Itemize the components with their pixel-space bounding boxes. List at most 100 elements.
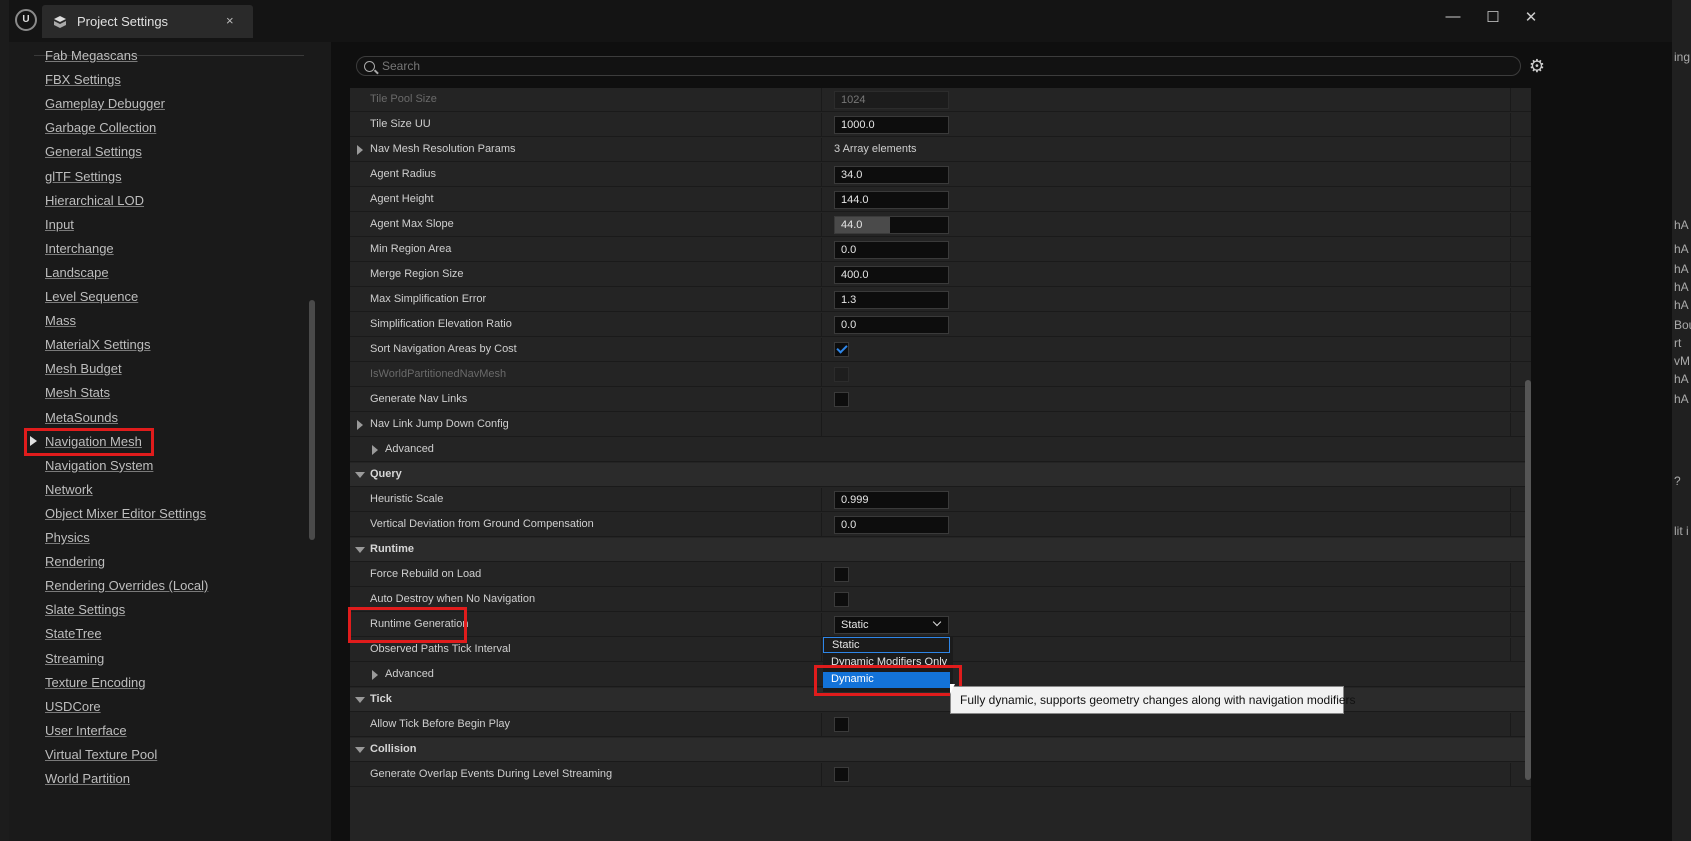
background-text: hA — [1674, 280, 1689, 294]
runtime-generation-dropdown[interactable]: Static — [834, 616, 949, 634]
sidebar-item-materialx-settings[interactable]: MaterialX Settings — [45, 337, 151, 352]
sidebar-item-streaming[interactable]: Streaming — [45, 651, 104, 666]
collapse-arrow-icon[interactable] — [355, 547, 365, 553]
category-label: Query — [370, 468, 402, 480]
agent-height-field[interactable]: 144.0 — [834, 191, 949, 209]
sidebar-item-physics[interactable]: Physics — [45, 530, 90, 545]
heuristic-scale-field[interactable]: 0.999 — [834, 491, 949, 509]
array-count: 3 Array elements — [834, 143, 917, 155]
sidebar-item-slate-settings[interactable]: Slate Settings — [45, 602, 125, 617]
option-static[interactable]: Static — [823, 637, 950, 653]
tile-size-uu-field[interactable]: 1000.0 — [834, 116, 949, 134]
expand-arrow-icon[interactable] — [357, 420, 363, 430]
sidebar-item-navigation-system[interactable]: Navigation System — [45, 458, 153, 473]
sidebar-item-level-sequence[interactable]: Level Sequence — [45, 289, 138, 304]
sidebar-item-rendering[interactable]: Rendering — [45, 554, 105, 569]
background-text: hA — [1674, 262, 1689, 276]
property-label: Tile Pool Size — [370, 93, 437, 105]
sidebar-item-mesh-stats[interactable]: Mesh Stats — [45, 385, 110, 400]
background-text: ? — [1674, 474, 1681, 488]
details-scrollbar[interactable] — [1525, 380, 1531, 780]
allow-tick-checkbox[interactable] — [834, 717, 849, 732]
generate-overlap-checkbox[interactable] — [834, 767, 849, 782]
sidebar-item-world-partition[interactable]: World Partition — [45, 771, 130, 786]
row-advanced[interactable]: Advanced — [350, 438, 1531, 462]
row-max-simplification-error: Max Simplification Error 1.3 — [350, 288, 1531, 312]
sidebar-item-metasounds[interactable]: MetaSounds — [45, 410, 118, 425]
expand-arrow-icon[interactable] — [357, 145, 363, 155]
row-runtime-generation: Runtime Generation Static — [350, 613, 1531, 637]
sidebar-item-landscape[interactable]: Landscape — [45, 265, 109, 280]
category-runtime[interactable]: Runtime — [350, 538, 1531, 562]
search-input[interactable]: Search — [382, 59, 420, 73]
collapse-arrow-icon[interactable] — [355, 697, 365, 703]
sidebar-item-rendering-overrides-local[interactable]: Rendering Overrides (Local) — [45, 578, 208, 593]
sidebar-item-input[interactable]: Input — [45, 217, 74, 232]
gear-icon[interactable]: ⚙ — [1527, 56, 1547, 76]
sort-navigation-areas-checkbox[interactable] — [834, 342, 849, 357]
vertical-deviation-field[interactable]: 0.0 — [834, 516, 949, 534]
sidebar-item-usdcore[interactable]: USDCore — [45, 699, 101, 714]
collapse-arrow-icon[interactable] — [355, 747, 365, 753]
sidebar-item-general-settings[interactable]: General Settings — [45, 144, 142, 159]
row-agent-radius: Agent Radius 34.0 — [350, 163, 1531, 187]
background-text: lit i — [1674, 524, 1689, 538]
sidebar-item-object-mixer-editor-settings[interactable]: Object Mixer Editor Settings — [45, 506, 206, 521]
max-simplification-error-field[interactable]: 1.3 — [834, 291, 949, 309]
merge-region-size-field[interactable]: 400.0 — [834, 266, 949, 284]
sidebar-item-navigation-mesh[interactable]: Navigation Mesh — [45, 434, 142, 449]
collapse-arrow-icon[interactable] — [355, 472, 365, 478]
auto-destroy-checkbox[interactable] — [834, 592, 849, 607]
maximize-icon[interactable]: ☐ — [1478, 8, 1508, 26]
tab-close-icon[interactable]: × — [226, 13, 234, 28]
sidebar-scrollbar[interactable] — [309, 300, 315, 540]
simplification-elevation-ratio-field[interactable]: 0.0 — [834, 316, 949, 334]
sidebar-item-mass[interactable]: Mass — [45, 313, 76, 328]
agent-radius-field[interactable]: 34.0 — [834, 166, 949, 184]
agent-max-slope-slider[interactable]: 44.0 — [834, 216, 949, 234]
property-label: Sort Navigation Areas by Cost — [370, 343, 517, 355]
property-label: Merge Region Size — [370, 268, 464, 280]
row-nav-mesh-resolution-params[interactable]: Nav Mesh Resolution Params 3 Array elemen… — [350, 138, 1531, 162]
sidebar-item-gltf-settings[interactable]: glTF Settings — [45, 169, 122, 184]
sidebar-item-network[interactable]: Network — [45, 482, 93, 497]
property-label: Agent Radius — [370, 168, 437, 180]
property-label: Agent Height — [370, 193, 434, 205]
background-text: hA — [1674, 218, 1689, 232]
force-rebuild-checkbox[interactable] — [834, 567, 849, 582]
expand-arrow-icon[interactable] — [372, 670, 378, 680]
background-text: rt — [1674, 336, 1682, 350]
category-collision[interactable]: Collision — [350, 738, 1531, 762]
background-text: hA — [1674, 372, 1689, 386]
row-generate-overlap-events: Generate Overlap Events During Level Str… — [350, 763, 1531, 787]
row-nav-link-jump-down-config[interactable]: Nav Link Jump Down Config — [350, 413, 1531, 437]
sidebar-item-mesh-budget[interactable]: Mesh Budget — [45, 361, 122, 376]
details-panel: Search ⚙ Tile Pool Size 1024 Tile Size UU… — [339, 42, 1672, 841]
row-heuristic-scale: Heuristic Scale 0.999 — [350, 488, 1531, 512]
category-query[interactable]: Query — [350, 463, 1531, 487]
category-label: Tick — [370, 693, 392, 705]
tab-project-settings[interactable]: Project Settings × — [42, 5, 253, 38]
sidebar-item-hierarchical-lod[interactable]: Hierarchical LOD — [45, 193, 144, 208]
sidebar-item-gameplay-debugger[interactable]: Gameplay Debugger — [45, 96, 165, 111]
property-label: Min Region Area — [370, 243, 452, 255]
expand-arrow-icon[interactable] — [372, 445, 378, 455]
slider-value: 44.0 — [841, 219, 863, 231]
sidebar-item-fab-megascans[interactable]: Fab Megascans — [45, 48, 138, 63]
property-label: Tile Size UU — [370, 118, 431, 130]
sidebar-item-virtual-texture-pool[interactable]: Virtual Texture Pool — [45, 747, 157, 762]
sidebar-item-fbx-settings[interactable]: FBX Settings — [45, 72, 121, 87]
sidebar-item-garbage-collection[interactable]: Garbage Collection — [45, 120, 156, 135]
minimize-icon[interactable]: — — [1438, 8, 1468, 25]
row-merge-region-size: Merge Region Size 400.0 — [350, 263, 1531, 287]
search-box[interactable]: Search — [356, 56, 1521, 76]
sidebar-item-texture-encoding[interactable]: Texture Encoding — [45, 675, 145, 690]
min-region-area-field[interactable]: 0.0 — [834, 241, 949, 259]
unreal-logo-icon: U — [15, 9, 37, 31]
sidebar-item-statetree[interactable]: StateTree — [45, 626, 102, 641]
sidebar-item-user-interface[interactable]: User Interface — [45, 723, 127, 738]
sidebar-item-interchange[interactable]: Interchange — [45, 241, 114, 256]
close-window-icon[interactable]: ✕ — [1516, 8, 1546, 26]
generate-nav-links-checkbox[interactable] — [834, 392, 849, 407]
row-tile-pool-size: Tile Pool Size 1024 — [350, 88, 1531, 112]
